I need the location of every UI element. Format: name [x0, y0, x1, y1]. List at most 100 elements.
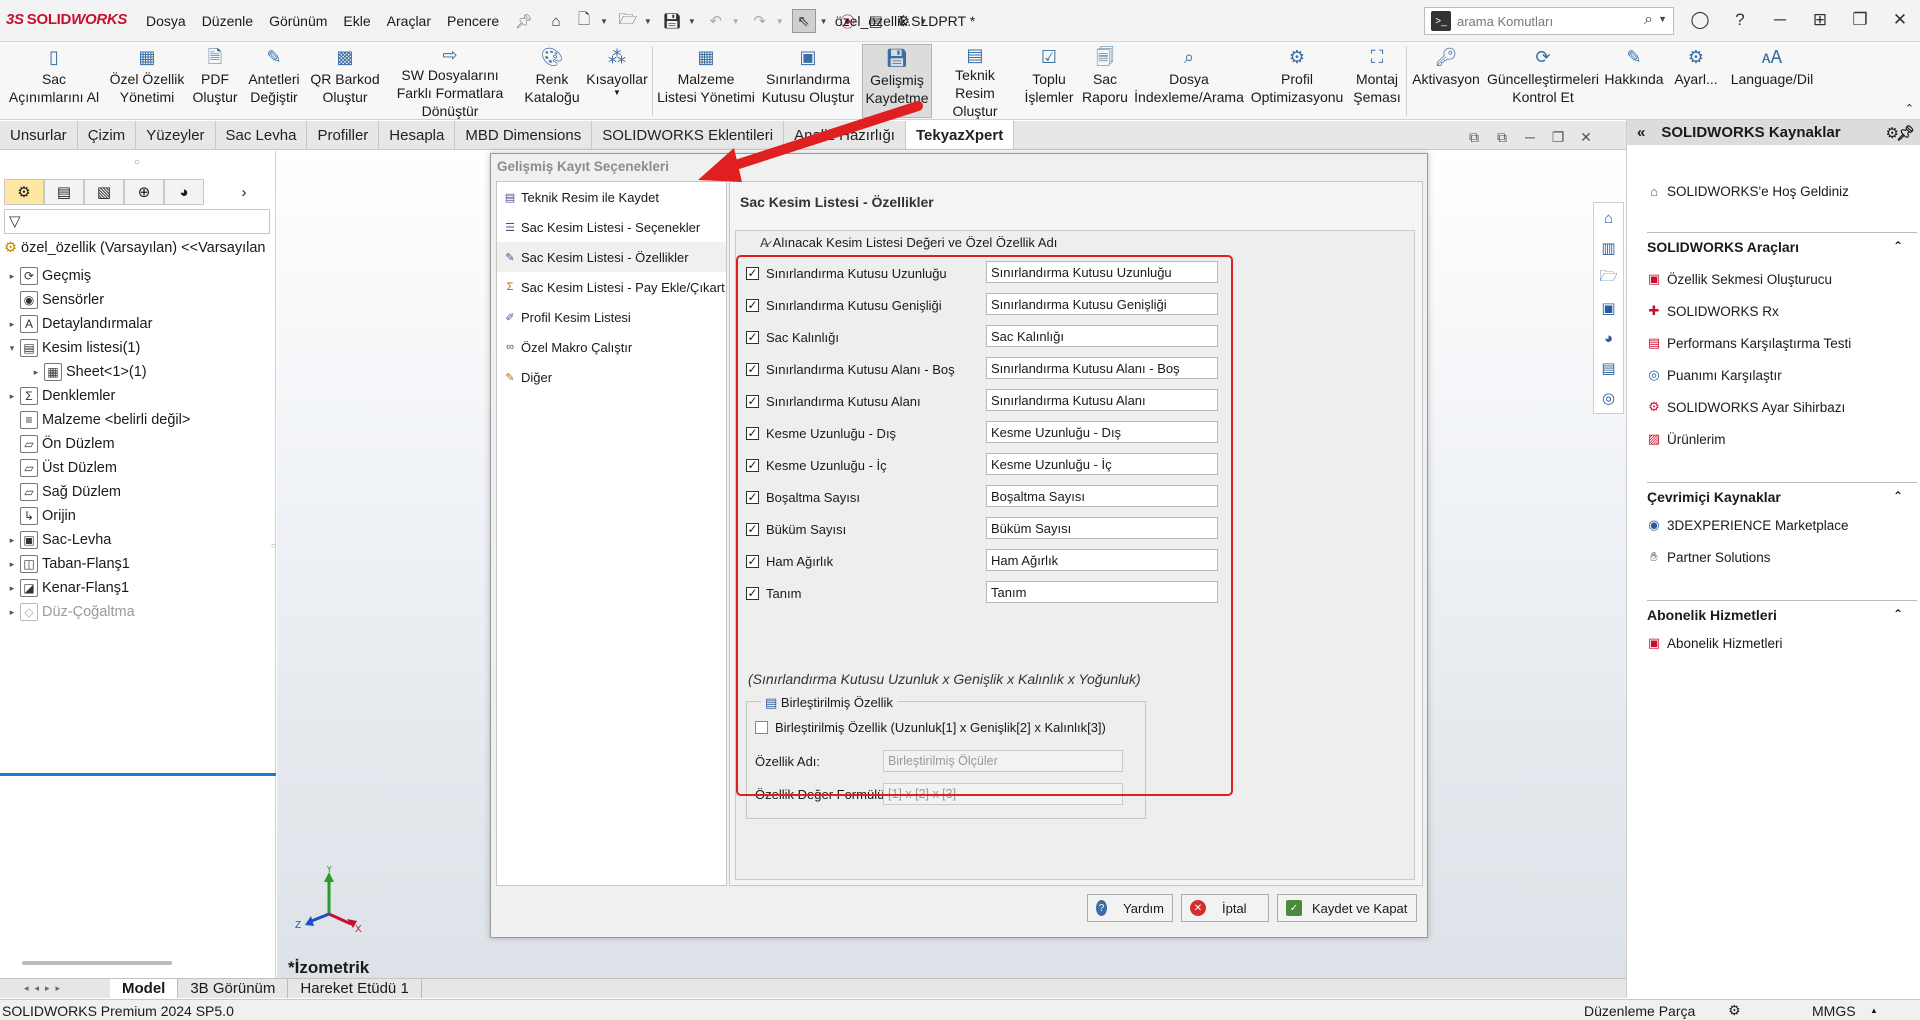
select-cursor-icon[interactable]: ⇖: [791, 9, 816, 33]
home-icon[interactable]: ⌂: [544, 9, 568, 33]
home-tab-icon[interactable]: ⌂: [1594, 203, 1623, 233]
tree-item-sheet[interactable]: ▸ ▦ Sheet<1>(1): [0, 360, 276, 384]
restore-icon[interactable]: ❐: [1840, 10, 1880, 30]
tool-link[interactable]: ◎ Puanımı Karşılaştır: [1645, 366, 1781, 384]
horizontal-scrollbar[interactable]: [22, 961, 172, 965]
options-gear-icon[interactable]: ⚙: [892, 9, 916, 33]
expand-icon[interactable]: ▸: [30, 367, 42, 378]
rebuild-icon[interactable]: ⚙: [1728, 1002, 1741, 1019]
feature-manager-tab-icon[interactable]: ⚙: [4, 179, 44, 205]
chevron-up-icon[interactable]: ⌃: [1893, 489, 1903, 503]
search-icon[interactable]: ⌕: [1644, 11, 1653, 29]
tree-item-ust-duzlem[interactable]: ▱ Üst Düzlem: [0, 456, 276, 480]
ribbon-collapse-icon[interactable]: ⌃: [1905, 102, 1914, 115]
expand-icon[interactable]: ▸: [6, 535, 18, 546]
file-properties-icon[interactable]: ▤: [864, 9, 888, 33]
chevron-up-icon[interactable]: ⌃: [1893, 607, 1903, 621]
ribbon-sac-raporu-button[interactable]: 🗐︎ Sac Raporu: [1080, 44, 1130, 118]
tree-item-sag-duzlem[interactable]: ▱ Sağ Düzlem: [0, 480, 276, 504]
undo-icon[interactable]: ↶: [704, 9, 728, 33]
panel-pin-icon[interactable]: 📌︎: [1896, 124, 1915, 142]
command-search[interactable]: >_ arama Komutları ⌕ ▼: [1424, 7, 1674, 35]
dimxpert-tab-icon[interactable]: ⊕: [124, 179, 164, 205]
solidworks-forum-icon[interactable]: ◎: [1594, 383, 1623, 413]
tree-item-sac-levha[interactable]: ▸ ▣ Sac-Levha: [0, 528, 276, 552]
tab-hesapla[interactable]: Hesapla: [379, 121, 456, 149]
menu-ekle[interactable]: Ekle: [343, 13, 370, 30]
tree-item-denklemler[interactable]: ▸ Σ Denklemler: [0, 384, 276, 408]
menu-gorunum[interactable]: Görünüm: [269, 13, 327, 30]
ribbon-renk-button[interactable]: 🎨︎ Renk Kataloğu: [520, 44, 584, 118]
open-dropdown-icon[interactable]: ▼: [644, 17, 652, 26]
expand-icon[interactable]: ▸: [6, 607, 18, 618]
ribbon-convert-button[interactable]: ⇨ SW Dosyalarını Farklı Formatlara Dönüşt…: [384, 44, 516, 119]
ribbon-ozel-ozellik-button[interactable]: ▦ Özel Özellik Yönetimi: [106, 44, 188, 118]
menu-dosya[interactable]: Dosya: [146, 13, 186, 30]
menu-duzenle[interactable]: Düzenle: [202, 13, 253, 30]
welcome-link[interactable]: ⌂ SOLIDWORKS'e Hoş Geldiniz: [1645, 182, 1849, 200]
tool-link[interactable]: ▨ Ürünlerim: [1645, 430, 1726, 448]
nav-sac-kesim-secenekler[interactable]: ☰ Sac Kesim Listesi - Seçenekler: [497, 212, 726, 242]
solidworks-logo[interactable]: 3S SOLIDWORKS: [6, 11, 127, 28]
ribbon-dosya-indexleme-button[interactable]: ⌕ Dosya İndexleme/Arama: [1134, 44, 1244, 118]
expand-icon[interactable]: ▸: [6, 271, 18, 282]
configuration-manager-tab-icon[interactable]: ▧: [84, 179, 124, 205]
tree-item-detaylandirmalar[interactable]: ▸ A Detaylandırmalar: [0, 312, 276, 336]
tool-link[interactable]: ▣ Özellik Sekmesi Oluşturucu: [1645, 270, 1832, 288]
ribbon-profil-optimizasyon-button[interactable]: ⚙ Profil Optimizasyonu: [1248, 44, 1346, 118]
rollback-bar[interactable]: [0, 773, 276, 776]
tab-3b-gorunum[interactable]: 3B Görünüm: [178, 979, 289, 998]
collapse-icon[interactable]: ▾: [6, 343, 18, 354]
tab-sac-levha[interactable]: Sac Levha: [216, 121, 308, 149]
save-dropdown-icon[interactable]: ▼: [688, 17, 696, 26]
chevron-up-icon[interactable]: ⌃: [1893, 239, 1903, 253]
save-icon[interactable]: 💾︎: [660, 9, 684, 33]
expand-icon[interactable]: ▸: [6, 391, 18, 402]
property-manager-tab-icon[interactable]: ▤: [44, 179, 84, 205]
expand-icon[interactable]: ▸: [6, 559, 18, 570]
tab-yuzeyler[interactable]: Yüzeyler: [136, 121, 216, 149]
options-dropdown-icon[interactable]: ▼: [920, 17, 928, 26]
redo-icon[interactable]: ↷: [748, 9, 772, 33]
ribbon-kisayol-button[interactable]: ⁂ Kısayollar ▼: [586, 44, 648, 118]
search-dropdown-icon[interactable]: ▼: [1658, 14, 1667, 24]
user-account-icon[interactable]: ◯: [1680, 10, 1720, 30]
tree-item-taban-flans[interactable]: ▸ ◫ Taban-Flanş1: [0, 552, 276, 576]
help-button[interactable]: ? Yardım: [1087, 894, 1173, 922]
pin-icon[interactable]: 📌︎: [515, 13, 533, 30]
cancel-button[interactable]: ✕ İptal: [1181, 894, 1269, 922]
panel-splitter-handle[interactable]: ○: [271, 541, 276, 550]
undo-dropdown-icon[interactable]: ▼: [732, 17, 740, 26]
expand-icon[interactable]: ▸: [6, 319, 18, 330]
ribbon-ayarlar-button[interactable]: ⚙ Ayarl...: [1668, 44, 1724, 118]
ribbon-antet-button[interactable]: ✎ Antetleri Değiştir: [242, 44, 306, 118]
tree-item-gecmis[interactable]: ▸ ⟳ Geçmiş: [0, 264, 276, 288]
online-link[interactable]: ✋︎ Partner Solutions: [1645, 548, 1770, 566]
tab-hareket-etudu[interactable]: Hareket Etüdü 1: [288, 979, 422, 998]
help-icon[interactable]: ?: [1720, 10, 1760, 30]
minimize-icon[interactable]: ─: [1760, 10, 1800, 30]
ribbon-toplu-islemler-button[interactable]: ☑ Toplu İşlemler: [1020, 44, 1078, 118]
nav-profil-kesim[interactable]: ✐ Profil Kesim Listesi: [497, 302, 726, 332]
tree-item-kenar-flans[interactable]: ▸ ◪ Kenar-Flanş1: [0, 576, 276, 600]
tab-scroll-arrows-icon[interactable]: ◂◂▸▸: [0, 979, 110, 998]
ribbon-sac-acinim-button[interactable]: ▯ Sac Açınımlarını Al: [4, 44, 104, 118]
tool-link[interactable]: ✚ SOLIDWORKS Rx: [1645, 302, 1779, 320]
view-palette-icon[interactable]: ▣: [1594, 293, 1623, 323]
tab-cizim[interactable]: Çizim: [78, 121, 137, 149]
tree-root-part[interactable]: ⚙ özel_özellik (Varsayılan) <<Varsayılan: [4, 240, 266, 256]
traffic-light-icon[interactable]: ⦿: [836, 9, 860, 33]
custom-properties-icon[interactable]: ▤: [1594, 353, 1623, 383]
ribbon-pdf-button[interactable]: 🗎︎ PDF Oluştur: [190, 44, 240, 118]
tab-mbd-dimensions[interactable]: MBD Dimensions: [455, 121, 593, 149]
subscription-section-header[interactable]: Abonelik Hizmetleri ⌃: [1647, 600, 1917, 623]
new-dropdown-icon[interactable]: ▼: [600, 17, 608, 26]
display-manager-tab-icon[interactable]: ◕: [164, 179, 204, 205]
tab-model[interactable]: Model: [110, 979, 179, 998]
ribbon-aktivasyon-button[interactable]: 🔑︎ Aktivasyon: [1408, 44, 1484, 118]
tile-left-icon[interactable]: ⧉: [1460, 129, 1488, 146]
subscription-link[interactable]: ▣ Abonelik Hizmetleri: [1645, 634, 1783, 652]
save-close-button[interactable]: ✓ Kaydet ve Kapat: [1277, 894, 1417, 922]
viewport-minimize-icon[interactable]: ─: [1516, 129, 1544, 146]
online-section-header[interactable]: Çevrimiçi Kaynaklar ⌃: [1647, 482, 1917, 505]
